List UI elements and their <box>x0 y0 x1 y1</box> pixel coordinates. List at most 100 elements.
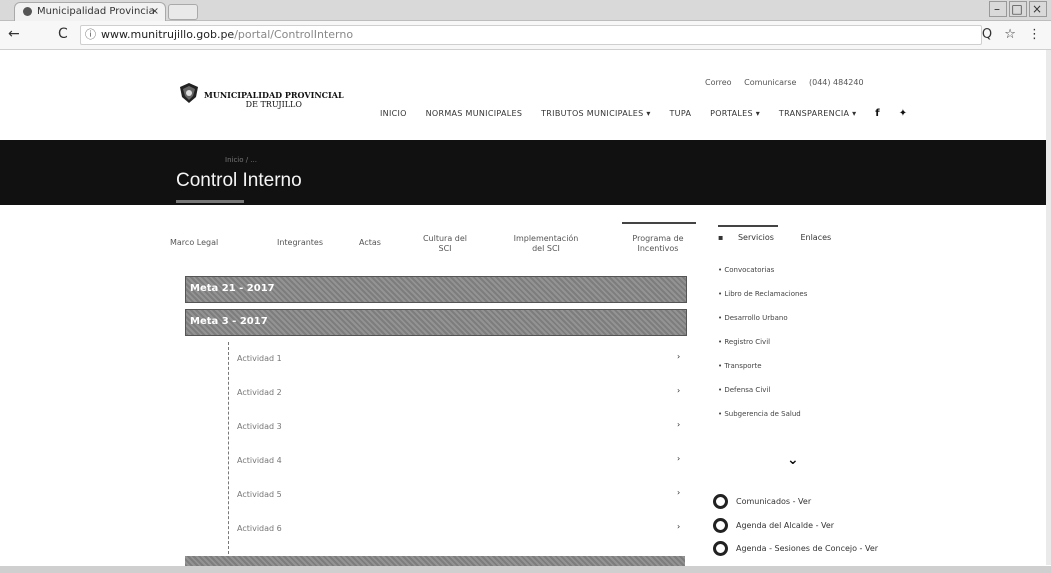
browser-tabbar: Municipalidad Provincia × – □ × <box>0 0 1051 21</box>
sidebar-link-label: Libro de Reclamaciones <box>724 290 808 298</box>
taskbar-strip <box>0 566 1051 573</box>
activity-label: Actividad 2 <box>237 388 282 397</box>
top-links: Correo Comunicarse (044) 484240 <box>705 78 874 87</box>
featured-comunicados[interactable]: Comunicados - Ver <box>713 494 811 509</box>
featured-label: Agenda del Alcalde - Ver <box>736 521 835 530</box>
sidebar-link[interactable]: • Subgerencia de Salud <box>718 410 801 418</box>
activity-label: Actividad 4 <box>237 456 282 465</box>
back-icon[interactable]: ← <box>8 26 20 42</box>
nav-portales[interactable]: PORTALES ▾ <box>710 109 760 118</box>
new-tab-button[interactable] <box>168 4 198 20</box>
nav-normas[interactable]: NORMAS MUNICIPALES <box>426 109 523 118</box>
tab-close-icon[interactable]: × <box>151 3 159 21</box>
municipal-crest-icon[interactable] <box>178 82 200 104</box>
sidebar-link-label: Defensa Civil <box>724 386 771 394</box>
sidebar-link[interactable]: • Desarrollo Urbano <box>718 314 788 322</box>
logo-line1: MUNICIPALIDAD PROVINCIAL <box>204 90 344 100</box>
url-text: www.munitrujillo.gob.pe/portal/ControlIn… <box>101 26 353 44</box>
activity-row[interactable]: Actividad 1 › <box>229 342 689 376</box>
sidebar-link-label: Registro Civil <box>724 338 771 346</box>
activity-list: Actividad 1 › Actividad 2 › Actividad 3 … <box>228 342 689 554</box>
circle-icon <box>713 494 728 509</box>
sidebar-tab-servicios[interactable]: ▪ Servicios <box>718 233 786 242</box>
page-title: Control Interno <box>176 170 302 191</box>
tab-integrantes[interactable]: Integrantes <box>270 238 330 248</box>
top-link-comunicarse[interactable]: Comunicarse <box>744 78 796 87</box>
section-tabs: Marco Legal Integrantes Actas Cultura de… <box>170 222 696 262</box>
facebook-icon[interactable]: f <box>875 108 880 119</box>
accordion-meta21[interactable]: Meta 21 - 2017 <box>185 276 687 303</box>
page-scrollbar[interactable] <box>1046 50 1051 565</box>
active-tab-indicator <box>622 222 696 224</box>
tab-marco-legal[interactable]: Marco Legal <box>170 238 230 248</box>
sidebar-link-label: Convocatorias <box>724 266 775 274</box>
close-window-icon[interactable]: × <box>1029 1 1047 17</box>
sidebar-link[interactable]: • Defensa Civil <box>718 386 770 394</box>
sidebar-link[interactable]: • Transporte <box>718 362 762 370</box>
site-info-icon[interactable]: ⓘ <box>85 26 96 44</box>
breadcrumb[interactable]: Inicio / ... <box>225 156 257 164</box>
chevron-right-icon: › <box>677 420 681 429</box>
nav-tributos[interactable]: TRIBUTOS MUNICIPALES ▾ <box>541 109 651 118</box>
sidebar-link[interactable]: • Convocatorias <box>718 266 774 274</box>
page-banner: Inicio / ... Control Interno <box>0 140 1051 205</box>
activity-row[interactable]: Actividad 3 › <box>229 410 689 444</box>
nav-transparencia[interactable]: TRANSPARENCIA ▾ <box>779 109 857 118</box>
sidebar-link[interactable]: • Registro Civil <box>718 338 770 346</box>
tab-programa-incentivos[interactable]: Programa de Incentivos <box>622 234 694 254</box>
services-icon: ▪ <box>718 233 726 242</box>
url-input[interactable]: ⓘ www.munitrujillo.gob.pe/portal/Control… <box>80 25 982 45</box>
maximize-icon[interactable]: □ <box>1009 1 1027 17</box>
reload-icon[interactable]: C <box>58 26 68 42</box>
circle-icon <box>713 518 728 533</box>
featured-agenda-sesiones[interactable]: Agenda - Sesiones de Concejo - Ver <box>713 541 878 556</box>
chevron-right-icon: › <box>677 522 681 531</box>
activity-label: Actividad 1 <box>237 354 282 363</box>
address-bar: ← C ⓘ www.munitrujillo.gob.pe/portal/Con… <box>0 21 1051 50</box>
activity-row[interactable]: Actividad 6 › <box>229 512 689 546</box>
featured-label: Comunicados - Ver <box>736 497 812 506</box>
zoom-icon[interactable]: Q <box>982 27 992 42</box>
title-underline <box>176 200 244 203</box>
activity-label: Actividad 5 <box>237 490 282 499</box>
site-logo-text[interactable]: MUNICIPALIDAD PROVINCIAL DE TRUJILLO <box>204 90 344 110</box>
nav-tupa[interactable]: TUPA <box>670 109 692 118</box>
bookmark-star-icon[interactable]: ☆ <box>1004 27 1016 42</box>
accordion-meta3[interactable]: Meta 3 - 2017 <box>185 309 687 336</box>
top-link-correo[interactable]: Correo <box>705 78 732 87</box>
circle-icon <box>713 541 728 556</box>
activity-row[interactable]: Actividad 5 › <box>229 478 689 512</box>
chevron-right-icon: › <box>677 454 681 463</box>
site-favicon-icon <box>23 7 32 16</box>
tab-implementacion-sci[interactable]: Implementación del SCI <box>508 234 584 254</box>
window-controls: – □ × <box>987 1 1047 17</box>
chevron-down-icon[interactable]: ⌄ <box>787 452 799 468</box>
sidebar-link-label: Desarrollo Urbano <box>724 314 788 322</box>
logo-line2: DE TRUJILLO <box>245 100 302 109</box>
activity-label: Actividad 3 <box>237 422 282 431</box>
nav-inicio[interactable]: INICIO <box>380 109 407 118</box>
sidebar-tab-enlaces[interactable]: Enlaces <box>800 233 831 242</box>
browser-actions: Q ☆ ⋮ <box>974 27 1041 42</box>
tab-cultura-sci[interactable]: Cultura del SCI <box>420 234 470 254</box>
minimize-icon[interactable]: – <box>989 1 1007 17</box>
sidebar-link[interactable]: • Libro de Reclamaciones <box>718 290 807 298</box>
browser-tab[interactable]: Municipalidad Provincia × <box>14 2 166 21</box>
featured-agenda-alcalde[interactable]: Agenda del Alcalde - Ver <box>713 518 834 533</box>
sidebar-active-indicator <box>718 225 778 227</box>
activity-label: Actividad 6 <box>237 524 282 533</box>
sidebar-link-label: Transporte <box>724 362 762 370</box>
sidebar-tab-servicios-label: Servicios <box>737 233 774 242</box>
chevron-right-icon: › <box>677 352 681 361</box>
top-link-phone[interactable]: (044) 484240 <box>809 78 864 87</box>
main-nav: INICIO NORMAS MUNICIPALES TRIBUTOS MUNIC… <box>380 108 923 119</box>
accordion-next-bar[interactable] <box>185 556 685 566</box>
sidebar-tabs: ▪ Servicios Enlaces <box>718 225 843 242</box>
tab-actas[interactable]: Actas <box>350 238 390 248</box>
activity-row[interactable]: Actividad 4 › <box>229 444 689 478</box>
chevron-right-icon: › <box>677 386 681 395</box>
url-host: www.munitrujillo.gob.pe <box>101 28 235 41</box>
activity-row[interactable]: Actividad 2 › <box>229 376 689 410</box>
browser-menu-icon[interactable]: ⋮ <box>1028 27 1041 42</box>
twitter-icon[interactable]: ✦ <box>899 108 908 119</box>
